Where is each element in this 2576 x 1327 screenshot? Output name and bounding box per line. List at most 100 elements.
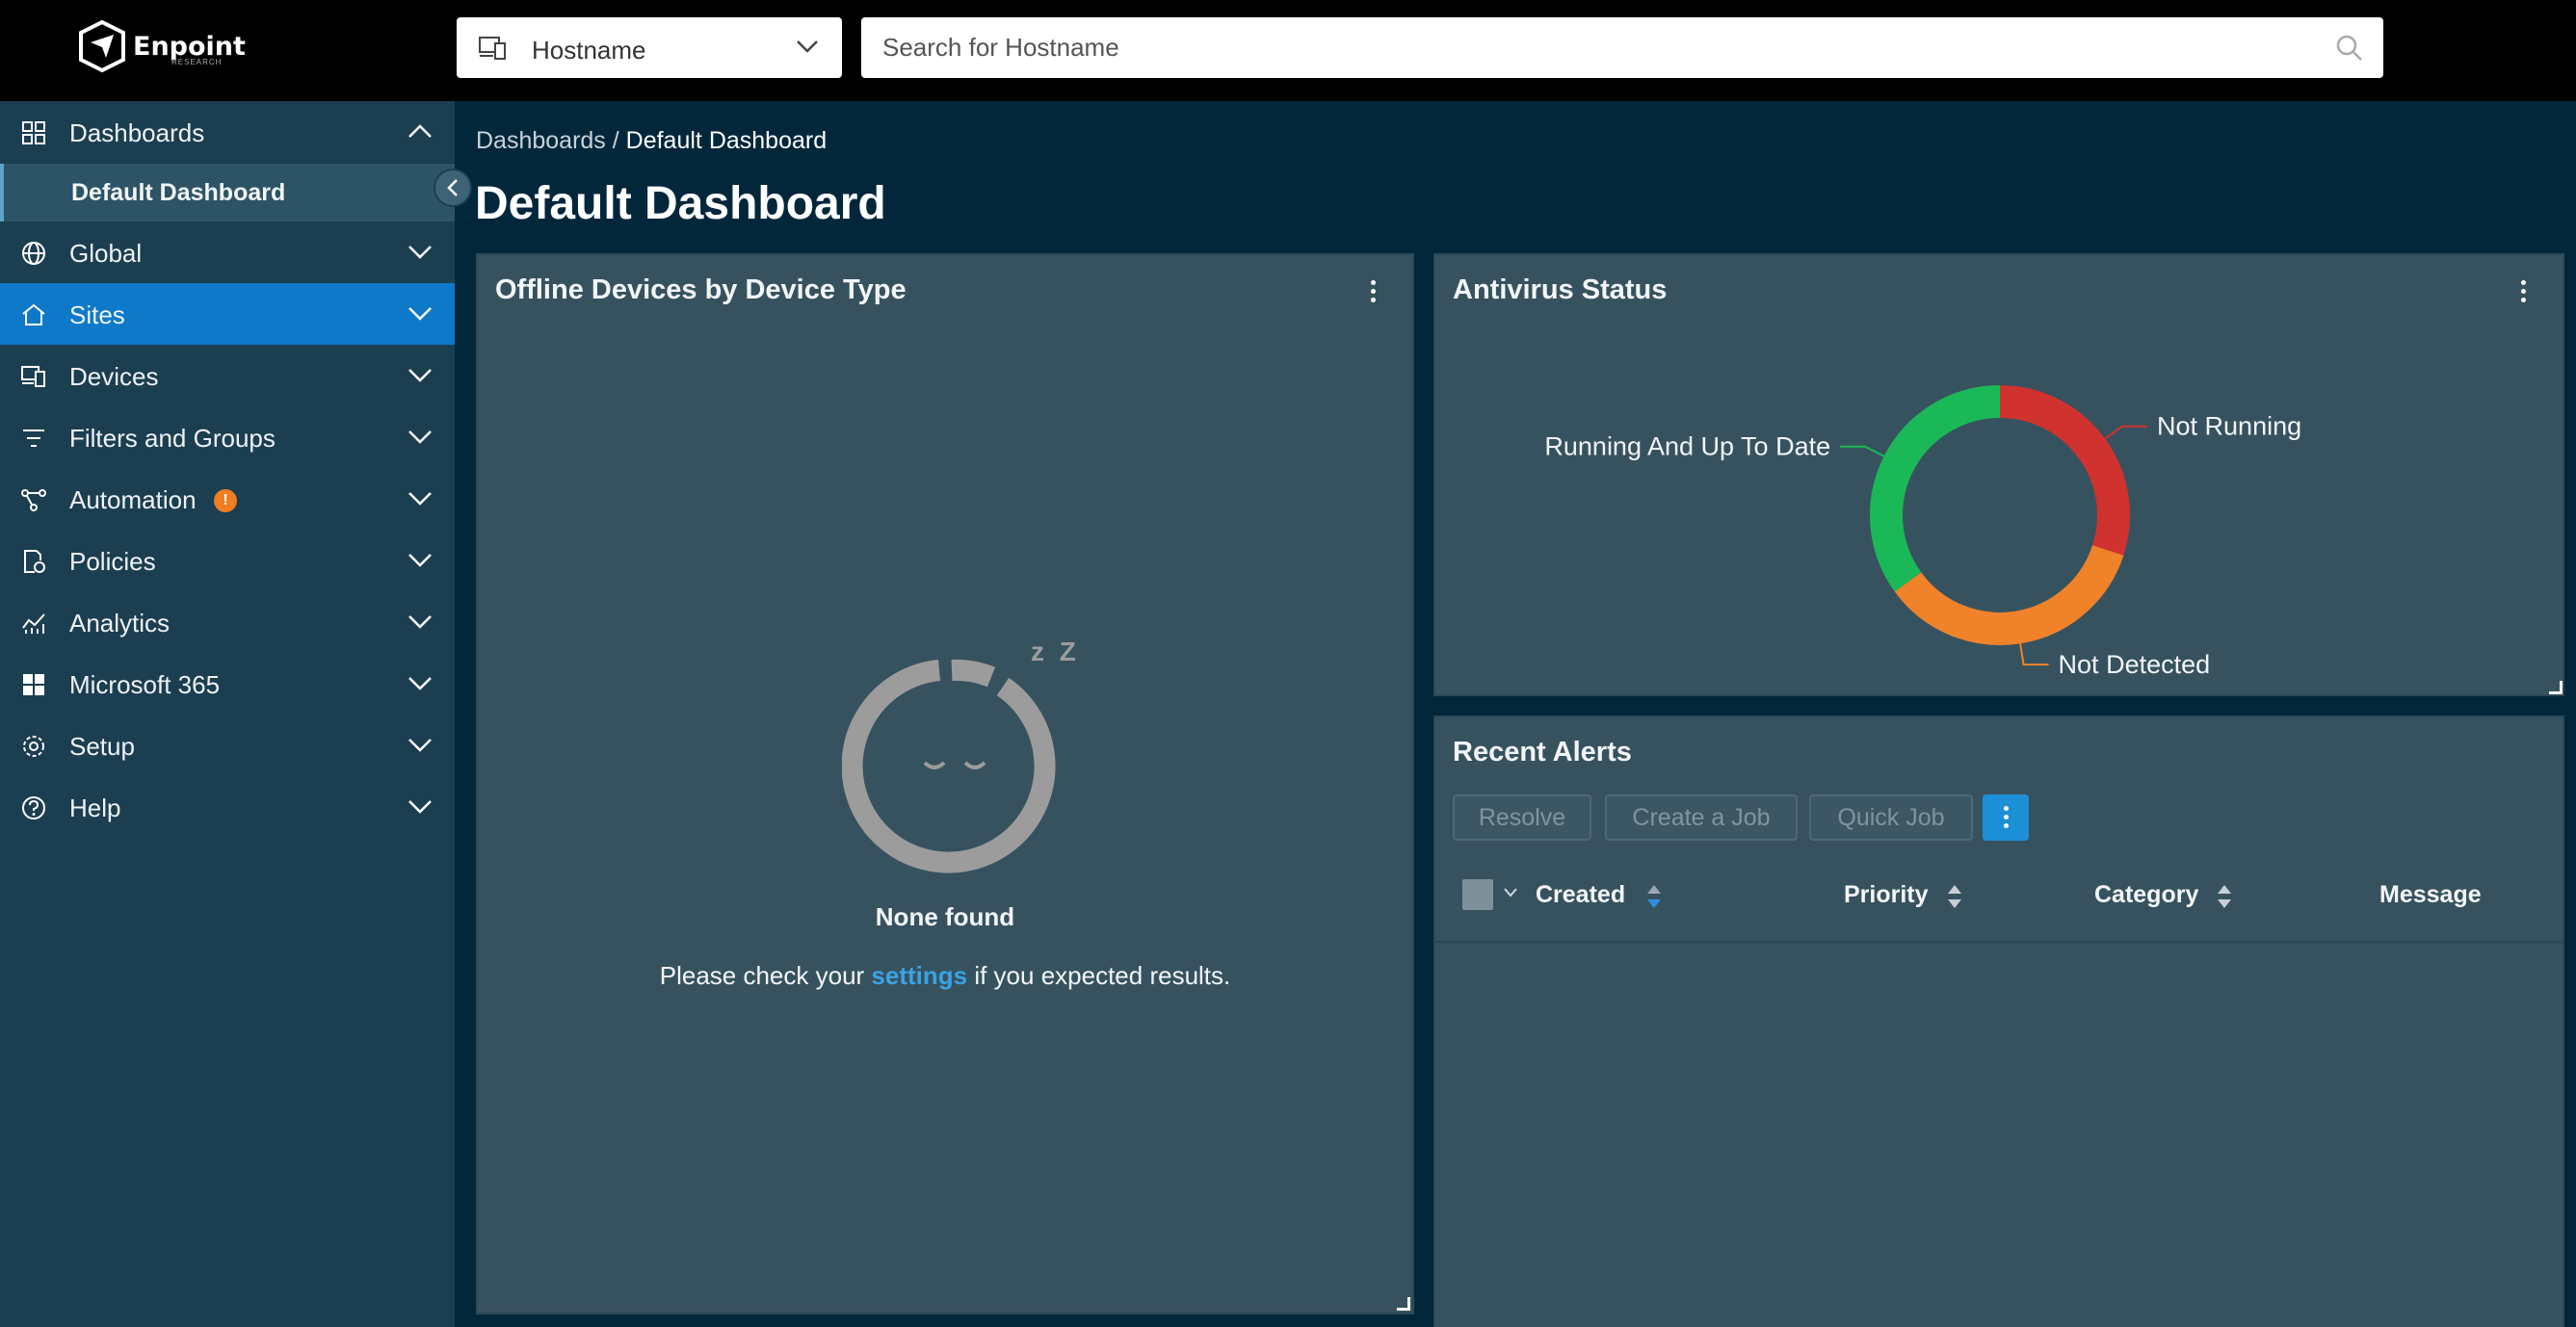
hostname-select[interactable]: Hostname (457, 17, 842, 78)
chevron-down-icon (408, 800, 432, 814)
sidebar-item-label: Devices (69, 362, 159, 391)
chevron-down-icon (797, 40, 818, 53)
sidebar-item-label: Setup (69, 732, 135, 761)
sidebar-item-dashboards[interactable]: Dashboards (0, 101, 455, 163)
table-header-divider (1435, 941, 2563, 943)
label-leader-line (1840, 445, 1885, 457)
gear-icon (23, 736, 44, 757)
sidebar-item-label: Filters and Groups (69, 424, 276, 453)
sidebar-item-label: Policies (69, 547, 156, 576)
globe-icon (22, 242, 45, 265)
hostname-select-value: Hostname (532, 36, 646, 65)
sidebar: Dashboards Default Dashboard Global Site… (0, 101, 472, 1327)
sidebar-item-devices[interactable]: Devices (0, 345, 455, 406)
top-bar: Enpoint RESEARCH Hostname (0, 0, 2576, 101)
sidebar-item-microsoft-365[interactable]: Microsoft 365 (0, 653, 455, 715)
sidebar-item-global[interactable]: Global (0, 221, 455, 283)
slice-label: Running And Up To Date (1544, 432, 1830, 461)
create-job-button[interactable]: Create a Job (1605, 794, 1798, 841)
chevron-down-icon (408, 430, 432, 444)
chevron-down-icon[interactable] (1503, 887, 1518, 898)
quick-job-button[interactable]: Quick Job (1809, 794, 1973, 841)
sleep-text: z Z (1031, 637, 1080, 666)
sidebar-item-label: Analytics (69, 609, 171, 637)
sidebar-item-filters-and-groups[interactable]: Filters and Groups (0, 406, 455, 468)
column-created[interactable]: Created (1536, 881, 1625, 909)
sidebar-item-label: Global (69, 239, 143, 268)
home-icon (22, 303, 45, 325)
resize-handle[interactable] (1397, 1297, 1410, 1311)
sidebar-item-label: Microsoft 365 (69, 670, 221, 699)
more-options-icon[interactable] (1368, 280, 1378, 305)
sidebar-item-analytics[interactable]: Analytics (0, 591, 455, 653)
chevron-down-icon (408, 615, 432, 629)
search-icon[interactable] (2335, 34, 2364, 63)
sidebar-item-setup[interactable]: Setup (0, 715, 455, 776)
card-title: Offline Devices by Device Type (495, 274, 907, 305)
sidebar-item-sites[interactable]: Sites (0, 283, 455, 345)
chevron-down-icon (408, 307, 432, 321)
policy-icon (24, 550, 45, 573)
column-priority[interactable]: Priority (1844, 881, 1929, 909)
logo-subtext: RESEARCH (171, 58, 223, 66)
column-category[interactable]: Category (2094, 881, 2198, 909)
sort-icon[interactable] (2216, 883, 2233, 910)
resize-handle[interactable] (2549, 681, 2563, 694)
search-box (861, 17, 2383, 78)
analytics-icon (22, 613, 45, 634)
help-icon (22, 796, 45, 820)
chevron-left-icon (447, 179, 458, 196)
sort-icon[interactable] (1645, 883, 1663, 910)
devices-icon (21, 366, 45, 387)
sidebar-item-label: Sites (69, 300, 125, 329)
slice-label: Not Detected (2059, 650, 2211, 679)
column-message[interactable]: Message (2379, 881, 2482, 909)
alert-badge: ! (214, 489, 237, 512)
label-leader-line (2104, 425, 2148, 440)
chevron-down-icon (408, 739, 432, 752)
chevron-down-icon (408, 554, 432, 567)
windows-icon (23, 674, 44, 695)
breadcrumb-current: Default Dashboard (625, 127, 828, 154)
antivirus-status-card: Antivirus Status Not Running Not Detected… (1433, 253, 2564, 696)
empty-state-text: Please check your (659, 961, 872, 990)
filter-icon (23, 429, 44, 447)
settings-link[interactable]: settings (871, 961, 967, 990)
sidebar-item-label: Dashboards (69, 118, 205, 147)
sidebar-item-help[interactable]: Help (0, 776, 455, 838)
resolve-button[interactable]: Resolve (1453, 794, 1591, 841)
chevron-down-icon (408, 677, 432, 690)
offline-devices-card: Offline Devices by Device Type z Z None … (476, 253, 1414, 1314)
chevron-up-icon (408, 124, 432, 138)
sidebar-item-label: Automation (69, 485, 197, 514)
more-actions-button[interactable] (1983, 794, 2029, 841)
sidebar-subitem-default-dashboard[interactable]: Default Dashboard (0, 164, 455, 221)
breadcrumb-dashboards-link[interactable]: Dashboards (476, 127, 606, 154)
logo-icon (79, 19, 125, 73)
empty-state-text: if you expected results. (967, 961, 1231, 990)
recent-alerts-card: Recent Alerts Resolve Create a Job Quick… (1433, 716, 2564, 1327)
chevron-down-icon (408, 369, 432, 382)
chevron-down-icon (408, 246, 432, 259)
sort-icon[interactable] (1946, 883, 1963, 910)
select-all-checkbox[interactable] (1462, 879, 1493, 910)
empty-state-message: Please check your settings if you expect… (478, 961, 1412, 991)
donut-slice[interactable] (1870, 385, 2001, 592)
sidebar-item-label: Help (69, 794, 121, 822)
label-leader-line (2019, 643, 2049, 666)
logo-text: Enpoint (133, 31, 246, 62)
devices-icon (479, 37, 506, 60)
page-title: Default Dashboard (475, 178, 886, 229)
workflow-icon (21, 489, 46, 511)
sidebar-collapse-button[interactable] (434, 169, 472, 207)
card-title: Recent Alerts (1453, 737, 1632, 768)
grid-icon (22, 121, 45, 144)
donut-slice[interactable] (1894, 544, 2124, 645)
search-input[interactable] (882, 31, 2279, 64)
sidebar-item-automation[interactable]: Automation ! (0, 468, 455, 530)
chevron-down-icon (408, 492, 432, 506)
sidebar-item-policies[interactable]: Policies (0, 530, 455, 591)
breadcrumb-separator: / (605, 127, 626, 154)
donut-slice[interactable] (1999, 385, 2130, 556)
sleeping-face-icon (842, 659, 1056, 873)
